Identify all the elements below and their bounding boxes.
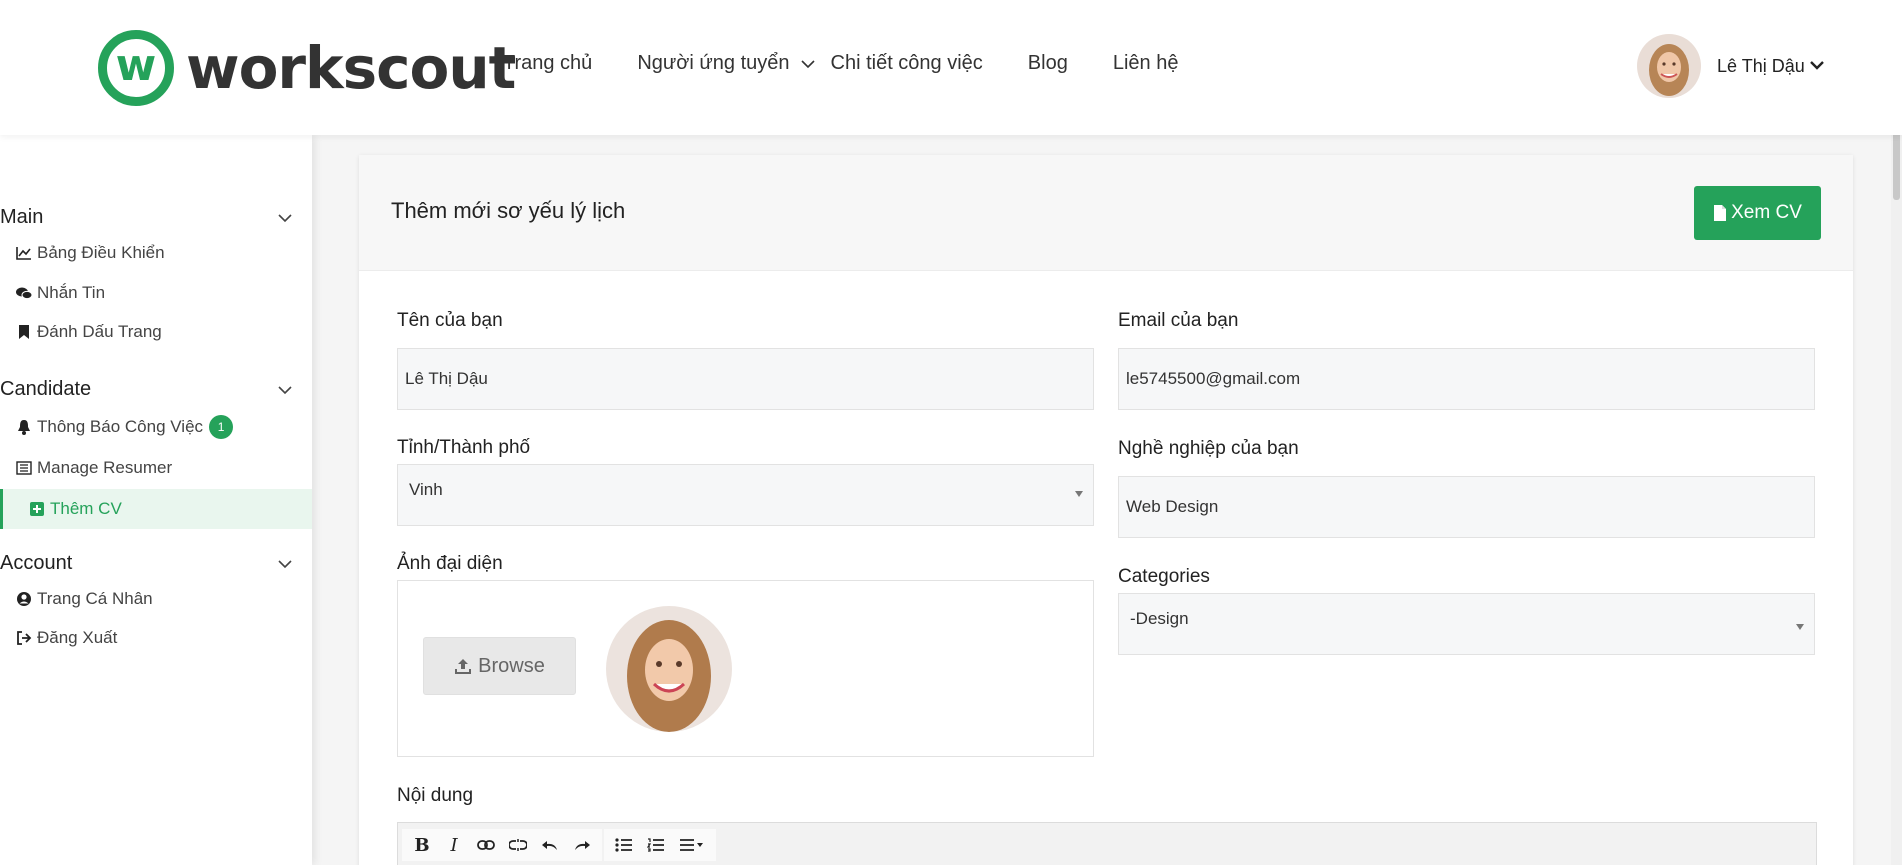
chevron-down-icon [1809,57,1825,75]
main-nav: Trang chủ Người ứng tuyển Chi tiết công … [503,52,1223,75]
align-dropdown-icon[interactable] [672,829,712,861]
bell-icon [15,418,33,436]
avatar-label: Ảnh đại diện [397,553,503,574]
link-icon[interactable] [470,829,502,861]
chevron-down-icon [277,206,293,229]
avatar-preview [606,606,732,732]
site-logo[interactable]: w workscout [98,30,516,106]
nav-item-job-detail[interactable]: Chi tiết công việc [831,52,983,75]
chevron-down-icon [277,552,293,575]
logo-text: workscout [186,34,516,102]
bold-icon[interactable]: B [406,829,438,861]
avatar-upload-box: Browse [397,580,1094,757]
job-field[interactable]: Web Design [1118,476,1815,538]
unlink-icon[interactable] [502,829,534,861]
view-cv-button[interactable]: Xem CV [1694,186,1821,240]
toolbar-group-format: B I [402,829,602,861]
sidebar-item-messages[interactable]: Nhắn Tin [15,283,105,303]
name-field[interactable]: Lê Thị Dậu [397,348,1094,410]
name-label: Tên của bạn [397,310,503,331]
user-menu[interactable]: Lê Thị Dậu [1637,34,1825,98]
sidebar-item-dashboard[interactable]: Bảng Điều Khiển [15,243,165,263]
plus-square-icon [28,500,46,518]
chat-icon [15,284,33,302]
list-icon [15,459,33,477]
sidebar-item-bookmarks[interactable]: Đánh Dấu Trang [15,322,162,342]
sidebar-section-main[interactable]: Main [0,206,293,229]
email-field[interactable]: le5745500@gmail.com [1118,348,1815,410]
upload-icon [454,657,472,675]
chevron-down-icon [277,378,293,401]
city-label: Tỉnh/Thành phố [397,437,531,458]
dropdown-arrow-icon [1075,491,1083,497]
page-title: Thêm mới sơ yếu lý lịch [391,198,626,223]
avatar [1637,34,1701,98]
logo-mark: w [98,30,174,106]
sidebar-section-account[interactable]: Account [0,552,293,575]
nav-item-home[interactable]: Trang chủ [503,52,592,75]
toolbar-group-lists [604,829,716,861]
sidebar: Main Bảng Điều Khiển Nhắn Tin Đánh Dấu T… [0,135,312,865]
email-label: Email của bạn [1118,310,1239,331]
sidebar-item-add-cv[interactable]: Thêm CV [0,489,312,529]
content-label: Nội dung [397,785,474,806]
nav-item-contact[interactable]: Liên hệ [1113,52,1179,75]
categories-select[interactable]: -Design [1118,593,1815,655]
numbered-list-icon[interactable] [640,829,672,861]
undo-icon[interactable] [534,829,566,861]
sidebar-item-manage-resume[interactable]: Manage Resumer [15,458,172,478]
bullet-list-icon[interactable] [608,829,640,861]
user-circle-icon [15,590,33,608]
city-select[interactable]: Vinh [397,464,1094,526]
chevron-down-icon [800,52,816,75]
site-header: w workscout Trang chủ Người ứng tuyển Ch… [0,0,1902,135]
add-resume-card: Thêm mới sơ yếu lý lịch Xem CV Tên của b… [359,155,1853,865]
sidebar-section-candidate[interactable]: Candidate [0,378,293,401]
sidebar-item-job-alerts[interactable]: Thông Báo Công Việc 1 [15,415,234,439]
nav-item-blog[interactable]: Blog [1028,52,1068,75]
sidebar-item-logout[interactable]: Đăng Xuất [15,628,117,648]
browse-button[interactable]: Browse [423,637,576,695]
dropdown-arrow-icon [1796,624,1804,630]
sign-out-icon [15,629,33,647]
job-label: Nghề nghiệp của bạn [1118,438,1299,459]
categories-label: Categories [1118,566,1210,587]
card-header: Thêm mới sơ yếu lý lịch Xem CV [359,155,1853,271]
italic-icon[interactable]: I [438,829,470,861]
chart-line-icon [15,244,33,262]
editor-toolbar: B I [397,822,1817,865]
file-icon [1713,204,1727,222]
notification-badge: 1 [209,415,234,439]
nav-item-applicants[interactable]: Người ứng tuyển [637,52,815,75]
redo-icon[interactable] [566,829,598,861]
bookmark-icon [15,323,33,341]
user-name: Lê Thị Dậu [1717,55,1805,76]
sidebar-item-profile[interactable]: Trang Cá Nhân [15,589,153,609]
